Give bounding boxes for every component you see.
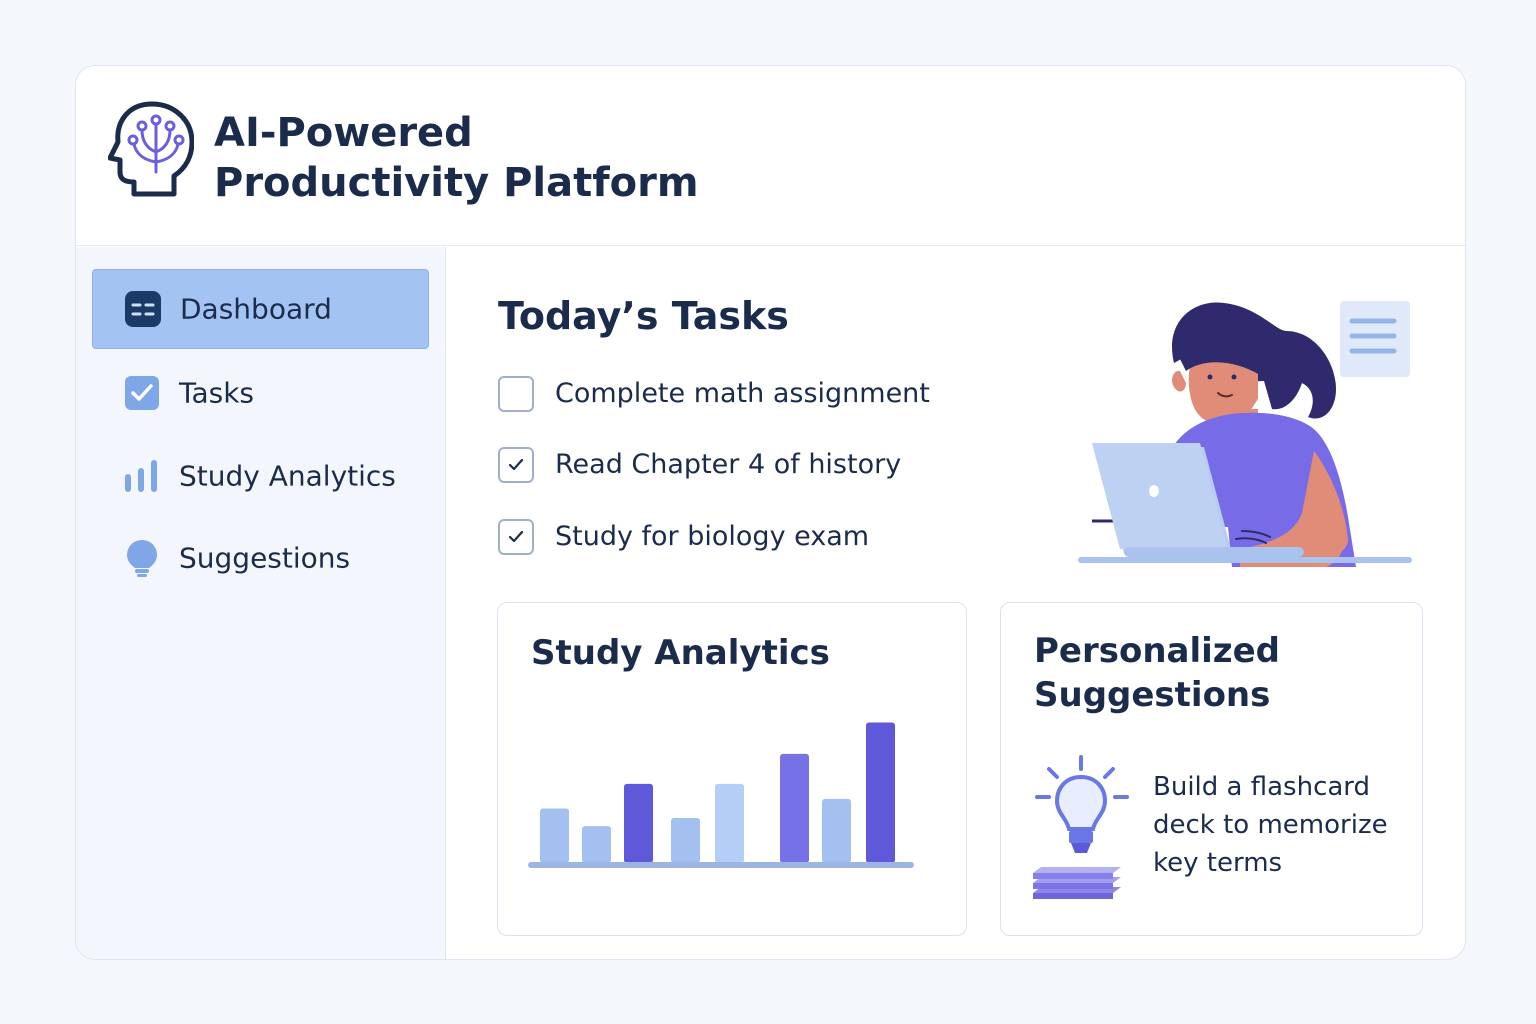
card-title: Personalized Suggestions (1034, 629, 1280, 717)
sidebar-item-dashboard[interactable]: Dashboard (92, 269, 429, 349)
sidebar-item-tasks[interactable]: Tasks (92, 353, 429, 433)
suggestion-text: Build a flashcard deck to memorize key t… (1153, 768, 1403, 882)
app-title-line-2: Productivity Platform (214, 160, 699, 206)
task-item[interactable]: Read Chapter 4 of history (498, 445, 978, 485)
card-title: Study Analytics (531, 633, 830, 673)
chart-bar (540, 808, 569, 863)
tasks-title: Today’s Tasks (498, 294, 789, 338)
brain-head-icon (108, 101, 194, 197)
study-analytics-chart (528, 722, 914, 868)
suggestion-text-line: deck to memorize (1153, 810, 1388, 840)
chart-baseline (528, 862, 914, 868)
personalized-suggestions-card[interactable]: Personalized Suggestions Build a flashca… (1000, 602, 1423, 936)
app-header: AI-Powered Productivity Platform (76, 66, 1465, 246)
chart-bar (624, 783, 653, 863)
checkmark-icon (508, 458, 524, 471)
task-checkbox[interactable] (498, 519, 534, 555)
lightbulb-icon (1033, 755, 1129, 899)
checkmark-icon (508, 530, 524, 543)
app-title: AI-Powered Productivity Platform (214, 108, 699, 208)
app-title-line-1: AI-Powered (214, 110, 473, 156)
sidebar-item-suggestions[interactable]: Suggestions (92, 518, 429, 598)
suggestion-text-line: key terms (1153, 848, 1283, 878)
chart-bar (780, 753, 809, 863)
sidebar-item-label: Suggestions (179, 541, 351, 575)
task-label: Read Chapter 4 of history (555, 449, 902, 480)
task-checkbox[interactable] (498, 447, 534, 483)
note-card-icon (1340, 301, 1410, 377)
sidebar-item-study-analytics[interactable]: Study Analytics (92, 436, 429, 516)
student-laptop-illustration (1078, 301, 1412, 567)
lightbulb-icon (127, 540, 157, 577)
card-title-line-2: Suggestions (1034, 675, 1271, 715)
task-checkbox[interactable] (498, 376, 534, 412)
checkbox-icon (125, 376, 159, 410)
chart-bar (715, 783, 744, 863)
task-label: Study for biology exam (555, 521, 870, 552)
task-label: Complete math assignment (555, 378, 930, 409)
chart-bar (822, 798, 851, 863)
card-title-line-1: Personalized (1034, 631, 1280, 671)
flashcard-stack-icon (1033, 867, 1121, 899)
task-item[interactable]: Complete math assignment (498, 374, 978, 414)
suggestion-text-line: Build a flashcard (1153, 772, 1371, 802)
study-analytics-card[interactable]: Study Analytics (497, 602, 967, 936)
sidebar-item-label: Dashboard (180, 292, 332, 326)
chart-bar (671, 818, 700, 863)
chart-bar (866, 722, 895, 863)
sidebar-item-label: Tasks (179, 376, 255, 410)
sidebar: Dashboard Tasks Study Analytics Suggesti… (76, 247, 446, 959)
task-item[interactable]: Study for biology exam (498, 517, 978, 557)
bar-chart-icon (125, 460, 157, 492)
sidebar-item-label: Study Analytics (179, 459, 396, 493)
app-window: AI-Powered Productivity Platform Dashboa… (75, 65, 1466, 960)
dashboard-icon (125, 291, 161, 327)
chart-bar (582, 826, 611, 863)
